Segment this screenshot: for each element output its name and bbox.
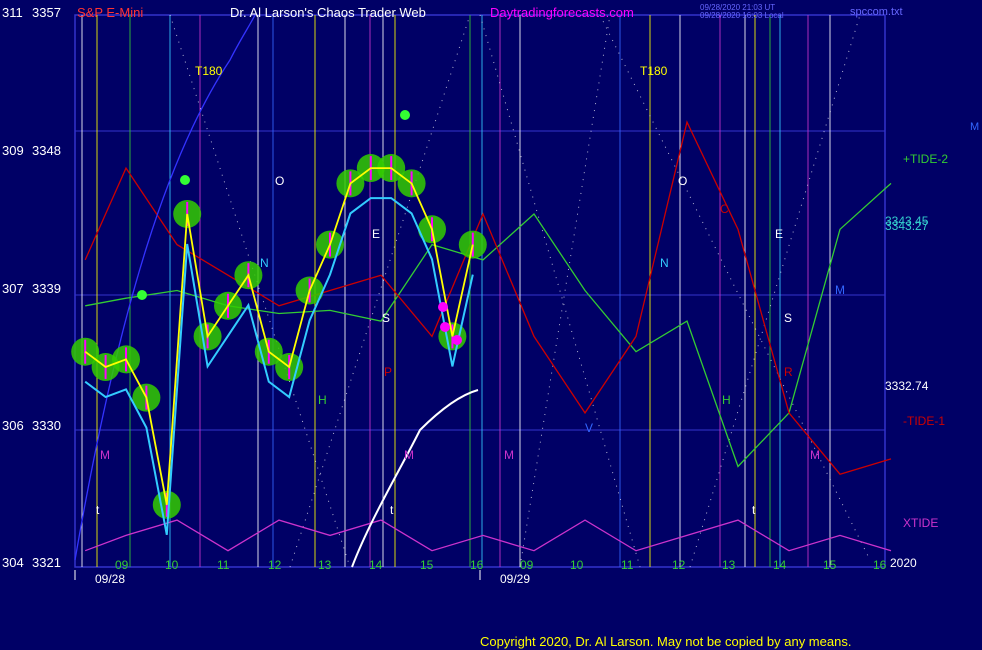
x-hour-label: 09 xyxy=(115,558,129,572)
line-marker-label: H xyxy=(318,393,327,407)
pivot-dot xyxy=(137,290,147,300)
right-label: +TIDE-2 xyxy=(903,152,948,166)
x-hour-label: 13 xyxy=(722,558,736,572)
x-hour-label: 10 xyxy=(570,558,584,572)
y-tick-right: 3339 xyxy=(32,281,61,296)
line-marker-label: M xyxy=(835,283,845,297)
site-label: Daytradingforecasts.com xyxy=(490,5,634,20)
x-hour-label: 10 xyxy=(165,558,179,572)
right-label: XTIDE xyxy=(903,516,938,530)
x-hour-label: 09 xyxy=(520,558,534,572)
pivot-dot xyxy=(400,110,410,120)
data-file-label: spccom.txt xyxy=(850,6,903,18)
dotted-cycle-line xyxy=(519,14,611,568)
line-marker-label: O xyxy=(275,174,284,188)
line-marker-label: R xyxy=(784,365,793,379)
plot-frame xyxy=(74,14,886,568)
pivot-dot xyxy=(438,302,448,312)
line-marker-label: N xyxy=(660,256,669,270)
y-tick-right: 3357 xyxy=(32,5,61,20)
x-hour-label: 11 xyxy=(217,558,230,572)
line-marker-label: O xyxy=(678,174,687,188)
copyright-notice: Copyright 2020, Dr. Al Larson. May not b… xyxy=(480,634,852,649)
line-marker-label: P xyxy=(384,365,392,379)
x-hour-label: 14 xyxy=(773,558,787,572)
y-tick-right: 3321 xyxy=(32,555,61,570)
x-hour-label: 15 xyxy=(420,558,434,572)
y-tick-left: 311 xyxy=(2,5,23,20)
symbol-label: S&P E-Mini xyxy=(77,5,143,20)
x-hour-label: 16 xyxy=(470,558,484,572)
dotted-cycle-line xyxy=(479,14,641,568)
y-tick-left: 309 xyxy=(2,143,24,158)
line-marker-label: N xyxy=(260,256,269,270)
right-edge-label: M xyxy=(970,121,979,133)
line-marker-label: M xyxy=(404,448,414,462)
line-marker-label: T180 xyxy=(640,64,668,78)
y-tick-left: 306 xyxy=(2,418,24,433)
blue-line xyxy=(74,14,256,561)
y-tick-right: 3348 xyxy=(32,143,61,158)
line-marker-label: C xyxy=(720,202,729,216)
series-layer xyxy=(74,14,892,568)
line-marker-label: t xyxy=(96,503,100,517)
y-tick-left: 304 xyxy=(2,555,24,570)
line-marker-label: S xyxy=(382,311,390,325)
line-marker-label: H xyxy=(722,393,731,407)
line-marker-label: E xyxy=(372,227,380,241)
x-date-label: 09/29 xyxy=(500,572,530,586)
x-date-label: 09/28 xyxy=(95,572,125,586)
pivot-dot xyxy=(180,175,190,185)
x-hour-label: 11 xyxy=(621,558,634,572)
chart-title: Dr. Al Larson's Chaos Trader Web xyxy=(230,5,426,20)
line-marker-label: V xyxy=(585,421,593,435)
x-hour-label: 16 xyxy=(873,558,887,572)
timestamp-local: 09/28/2020 16:03 Local xyxy=(700,11,784,20)
right-label: -TIDE-1 xyxy=(903,414,945,428)
y-tick-left: 307 xyxy=(2,281,24,296)
right-label: 3332.74 xyxy=(885,379,929,393)
chaos-chart: T180 T180O ON NE ECS SP RH HM M M MVt t tM 311 335730… xyxy=(2,3,979,586)
x-hour-label: 15 xyxy=(823,558,837,572)
line-marker-label: M xyxy=(810,448,820,462)
line-marker-label: S xyxy=(784,311,792,325)
line-marker-label: M xyxy=(100,448,110,462)
x-axis: 09 10 11 12 13 14 15 16 09 10 11 12 13 14 15 16 09/28 09/… xyxy=(74,556,917,586)
y-axis: 311 3357 309 3348 307 3339 306 3330 304 3321 xyxy=(2,5,61,570)
pivot-dot xyxy=(440,322,450,332)
line-marker-label: t xyxy=(390,503,394,517)
x-hour-label: 12 xyxy=(672,558,686,572)
pivot-dot xyxy=(452,335,462,345)
x-year-label: 2020 xyxy=(890,556,917,570)
line-marker-label: M xyxy=(504,448,514,462)
line-marker-label: T180 xyxy=(195,64,223,78)
right-label: 3343.27 xyxy=(885,219,929,233)
y-tick-right: 3330 xyxy=(32,418,61,433)
x-hour-label: 14 xyxy=(369,558,383,572)
x-hour-label: 12 xyxy=(268,558,282,572)
x-hour-label: 13 xyxy=(318,558,332,572)
right-labels: +TIDE-23343.453343.273332.74-TIDE-1XTIDE… xyxy=(885,121,979,530)
line-marker-label: E xyxy=(775,227,783,241)
